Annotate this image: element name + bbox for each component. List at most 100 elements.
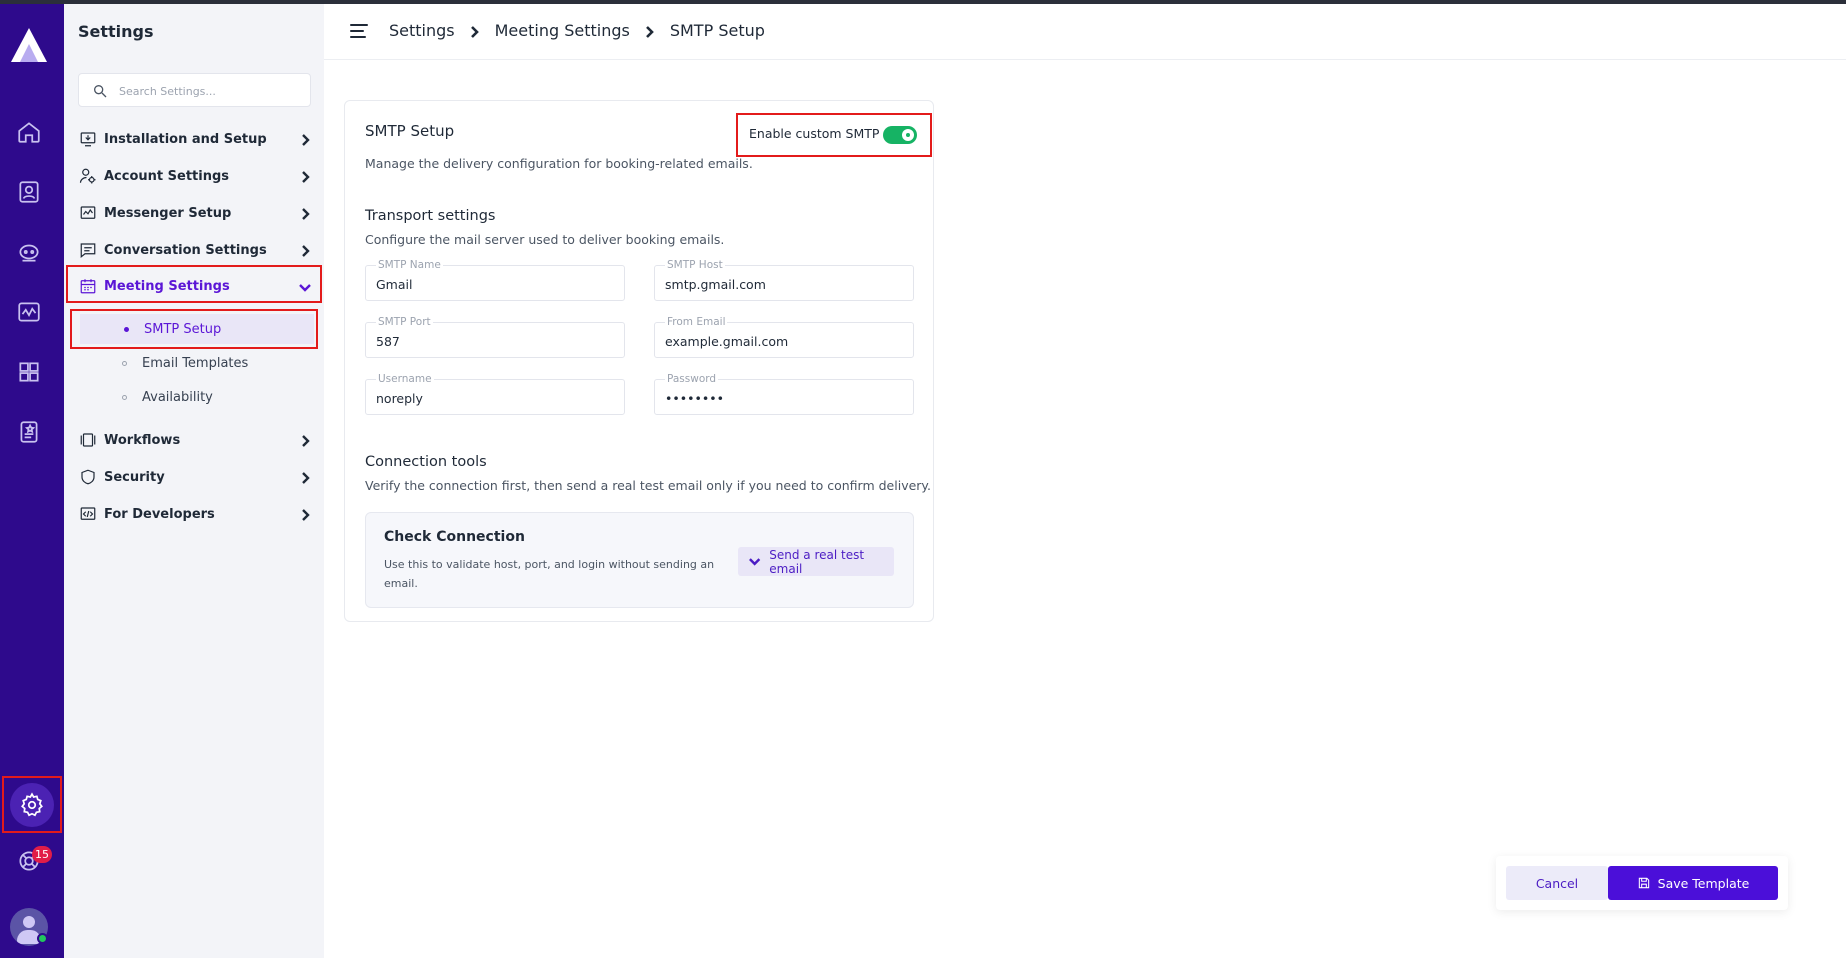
- code-icon: [78, 504, 98, 524]
- sidebar-item-workflows[interactable]: Workflows: [78, 427, 312, 453]
- sidebar-subitem-smtp-setup[interactable]: SMTP Setup: [80, 314, 314, 344]
- analytics-icon[interactable]: [14, 297, 44, 327]
- settings-sidebar: Settings Installation and Setup Account …: [64, 4, 324, 958]
- user-gear-icon: [78, 166, 98, 186]
- send-test-email-button[interactable]: Send a real test email: [738, 547, 894, 576]
- transport-title: Transport settings: [365, 208, 496, 224]
- check-connection-description: Use this to validate host, port, and log…: [384, 558, 715, 590]
- search-input[interactable]: [119, 80, 304, 102]
- field-label: SMTP Host: [665, 259, 725, 271]
- enable-custom-smtp-toggle[interactable]: [883, 126, 917, 144]
- settings-gear-icon[interactable]: [10, 783, 54, 827]
- cancel-label: Cancel: [1535, 875, 1579, 891]
- username-field[interactable]: Username: [365, 373, 625, 415]
- bullet-dot: [124, 327, 129, 332]
- from-email-input[interactable]: [665, 332, 901, 350]
- chevron-right-icon: [644, 24, 656, 38]
- transport-description: Configure the mail server used to delive…: [365, 232, 725, 247]
- sidebar-item-label: Security: [104, 469, 165, 485]
- save-template-button[interactable]: Save Template: [1608, 866, 1778, 900]
- subitem-label: SMTP Setup: [144, 321, 222, 337]
- chevron-right-icon: [469, 24, 481, 38]
- bullet-dot: [122, 395, 127, 400]
- field-label: Username: [376, 373, 434, 385]
- username-input[interactable]: [376, 389, 612, 407]
- cancel-button[interactable]: Cancel: [1506, 866, 1608, 900]
- smtp-name-input[interactable]: [376, 275, 612, 293]
- sidebar-item-developers[interactable]: For Developers: [78, 501, 312, 527]
- sidebar-subitem-email-templates[interactable]: Email Templates: [78, 348, 312, 378]
- search-icon: [94, 85, 107, 98]
- password-input[interactable]: [665, 389, 901, 407]
- action-bar: Cancel Save Template: [1496, 856, 1788, 910]
- save-icon: [1638, 877, 1649, 889]
- password-field[interactable]: Password: [654, 373, 914, 415]
- shield-icon: [78, 467, 98, 487]
- send-test-email-label: Send a real test email: [769, 547, 865, 576]
- sidebar-title: Settings: [78, 22, 154, 41]
- search-box[interactable]: [78, 73, 311, 107]
- toggle-label: Enable custom SMTP: [749, 126, 880, 141]
- field-label: Password: [665, 373, 719, 385]
- monitor-download-icon: [78, 129, 98, 149]
- smtp-port-input[interactable]: [376, 332, 612, 350]
- sidebar-item-label: Account Settings: [104, 168, 230, 184]
- sidebar-item-label: Workflows: [104, 432, 181, 448]
- sidebar-item-label: For Developers: [104, 506, 215, 522]
- save-label: Save Template: [1657, 875, 1750, 891]
- sidebar-item-installation[interactable]: Installation and Setup: [78, 126, 312, 152]
- connection-tools-description: Verify the connection first, then send a…: [365, 478, 932, 493]
- notification-badge: 15: [32, 846, 52, 863]
- bot-icon[interactable]: [14, 237, 44, 267]
- sidebar-item-security[interactable]: Security: [78, 464, 312, 490]
- chevron-right-icon: [298, 243, 312, 257]
- card-description: Manage the delivery configuration for bo…: [365, 156, 753, 171]
- smtp-host-input[interactable]: [665, 275, 901, 293]
- field-label: From Email: [665, 316, 728, 328]
- apps-icon[interactable]: [14, 357, 44, 387]
- workflow-icon: [78, 430, 98, 450]
- chat-wave-icon: [78, 203, 98, 223]
- notes-icon[interactable]: [14, 417, 44, 447]
- chevron-right-icon: [298, 433, 312, 447]
- smtp-name-field[interactable]: SMTP Name: [365, 259, 625, 301]
- smtp-port-field[interactable]: SMTP Port: [365, 316, 625, 358]
- smtp-setup-card: SMTP Setup Manage the delivery configura…: [344, 100, 934, 622]
- sidebar-subitem-availability[interactable]: Availability: [78, 382, 312, 412]
- breadcrumb-meeting-settings[interactable]: Meeting Settings: [495, 21, 630, 40]
- field-label: SMTP Name: [376, 259, 443, 271]
- breadcrumb-smtp-setup: SMTP Setup: [669, 21, 765, 40]
- check-connection-title: Check Connection: [384, 529, 525, 545]
- chevron-down-icon: [298, 279, 312, 293]
- connection-tools-title: Connection tools: [365, 454, 487, 470]
- field-label: SMTP Port: [376, 316, 433, 328]
- chevron-right-icon: [298, 169, 312, 183]
- sidebar-item-conversation[interactable]: Conversation Settings: [78, 237, 312, 263]
- from-email-field[interactable]: From Email: [654, 316, 914, 358]
- card-title: SMTP Setup: [365, 122, 455, 140]
- contacts-icon[interactable]: [14, 177, 44, 207]
- sidebar-item-account[interactable]: Account Settings: [78, 163, 312, 189]
- page-header: Settings Meeting Settings SMTP Setup: [324, 4, 1846, 60]
- breadcrumb-settings[interactable]: Settings: [389, 21, 455, 40]
- smtp-host-field[interactable]: SMTP Host: [654, 259, 914, 301]
- sidebar-item-label: Conversation Settings: [104, 242, 267, 258]
- app-logo[interactable]: [9, 26, 49, 64]
- calendar-icon: [78, 276, 98, 296]
- chevron-right-icon: [298, 206, 312, 220]
- sidebar-item-label: Meeting Settings: [104, 278, 230, 294]
- sidebar-item-meeting[interactable]: Meeting Settings: [78, 273, 312, 299]
- message-lines-icon: [78, 240, 98, 260]
- subitem-label: Email Templates: [142, 355, 249, 371]
- breadcrumb: Settings Meeting Settings SMTP Setup: [389, 21, 765, 40]
- sidebar-item-messenger[interactable]: Messenger Setup: [78, 200, 312, 226]
- menu-icon[interactable]: [350, 24, 368, 38]
- chevron-right-icon: [298, 470, 312, 484]
- home-icon[interactable]: [14, 117, 44, 147]
- enable-smtp-highlight: Enable custom SMTP: [736, 113, 932, 157]
- settings-highlight-box: [2, 776, 62, 833]
- online-status-dot: [37, 933, 48, 944]
- chevron-down-icon: [749, 557, 761, 566]
- bullet-dot: [122, 361, 127, 366]
- sidebar-item-label: Messenger Setup: [104, 205, 232, 221]
